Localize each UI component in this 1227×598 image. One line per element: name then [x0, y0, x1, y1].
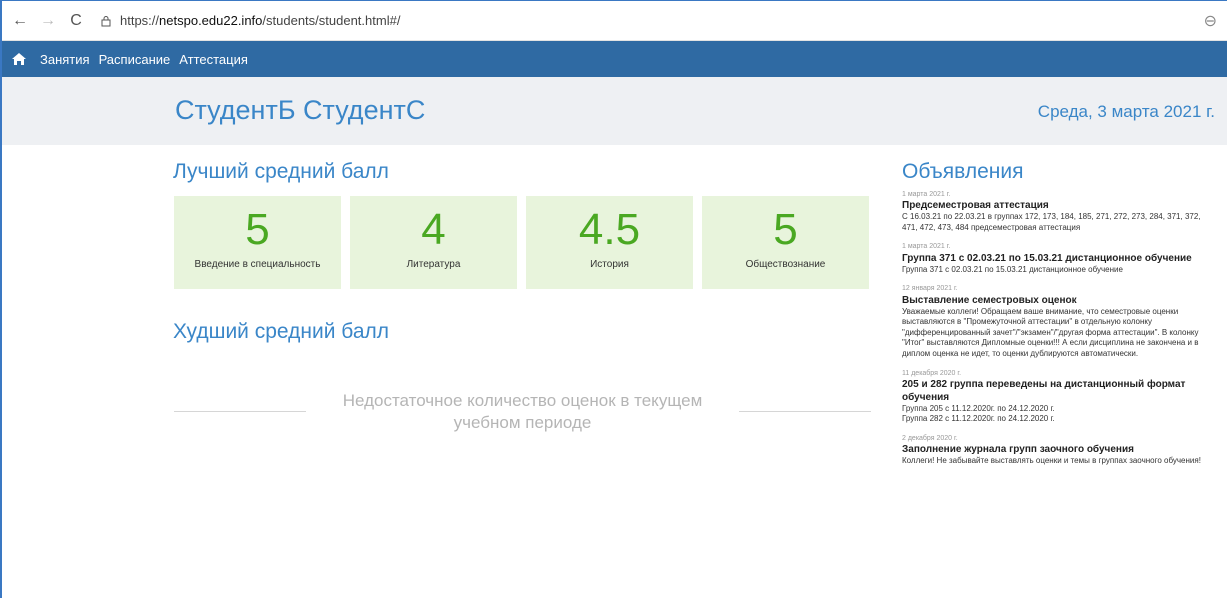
grade-value: 5: [245, 205, 270, 254]
current-date: Среда, 3 марта 2021 г.: [1037, 102, 1215, 121]
forward-button[interactable]: →: [34, 7, 62, 35]
subject-name: История: [590, 259, 629, 270]
announcement-date: 11 декабря 2020 г.: [902, 369, 962, 377]
lock-icon: [101, 15, 111, 26]
insufficient-grades-message: Недостаточное количество оценок в текуще…: [342, 391, 703, 433]
worst-average-title: Худший средний балл: [173, 320, 390, 343]
browser-toolbar: ← → C https://netspo.edu22.info/students…: [2, 1, 1227, 41]
announcement-body: Группа 371 с 02.03.21 по 15.03.21 дистан…: [902, 264, 1123, 274]
student-name: СтудентБ СтудентС: [175, 95, 426, 125]
url-domain: netspo.edu22.info: [159, 13, 263, 28]
url-path: /students/student.html#/: [262, 13, 401, 28]
announcement-date: 12 января 2021 г.: [902, 285, 958, 293]
zoom-icon[interactable]: ⊖: [1204, 11, 1217, 31]
divider-left: [174, 411, 306, 412]
nav-schedule[interactable]: Расписание: [99, 52, 171, 67]
announcements-list: 1 марта 2021 г. Предсеместровая аттестац…: [902, 191, 1218, 477]
announcement-date: 1 марта 2021 г.: [902, 243, 951, 251]
announcement-item: 12 января 2021 г. Выставление семестровы…: [902, 285, 1218, 359]
grade-value: 4: [421, 205, 446, 254]
nav-lessons[interactable]: Занятия: [40, 52, 90, 67]
announcement-title: Заполнение журнала групп заочного обучен…: [902, 444, 1134, 456]
announcement-body: Группа 282 с 11.12.2020г. по 24.12.2020 …: [902, 414, 1055, 424]
announcement-body: Коллеги! Не забывайте выставлять оценки …: [902, 456, 1201, 466]
main-navbar: Занятия Расписание Аттестация: [2, 41, 1227, 77]
announcement-title: Группа 371 с 02.03.21 по 15.03.21 дистан…: [902, 252, 1192, 264]
grade-card[interactable]: 5 Обществознание: [702, 196, 869, 289]
grade-value: 5: [773, 205, 798, 254]
announcement-title: Предсеместровая аттестация: [902, 200, 1049, 212]
announcement-body: Уважаемые коллеги! Обращаем ваше внимани…: [902, 306, 1199, 358]
back-button[interactable]: ←: [6, 7, 34, 35]
announcement-item: 11 декабря 2020 г. 205 и 282 группа пере…: [902, 370, 1218, 425]
announcement-title: Выставление семестровых оценок: [902, 294, 1077, 306]
announcement-item: 1 марта 2021 г. Предсеместровая аттестац…: [902, 191, 1218, 233]
subject-name: Введение в специальность: [194, 259, 321, 270]
best-average-title: Лучший средний балл: [173, 160, 389, 183]
announcement-item: 2 декабря 2020 г. Заполнение журнала гру…: [902, 435, 1218, 467]
divider-right: [739, 411, 871, 412]
home-icon[interactable]: [2, 41, 36, 77]
announcement-body: Группа 205 с 11.12.2020г. по 24.12.2020 …: [902, 403, 1055, 413]
announcement-title: 205 и 282 группа переведены на дистанцио…: [902, 378, 1186, 403]
announcement-date: 1 марта 2021 г.: [902, 191, 951, 198]
subject-name: Литература: [406, 259, 461, 270]
reload-button[interactable]: C: [62, 7, 90, 35]
announcement-item: 1 марта 2021 г. Группа 371 с 02.03.21 по…: [902, 243, 1218, 275]
url-prefix: https://: [120, 13, 160, 28]
grade-value: 4.5: [578, 205, 641, 254]
nav-attestation[interactable]: Аттестация: [179, 52, 248, 67]
announcement-date: 2 декабря 2020 г.: [902, 435, 958, 443]
best-average-cards: 5 Введение в специальность 4 Литература …: [174, 196, 878, 289]
address-bar[interactable]: https://netspo.edu22.info/students/stude…: [100, 13, 400, 28]
grade-card[interactable]: 5 Введение в специальность: [174, 196, 341, 289]
announcement-body: С 16.03.21 по 22.03.21 в группах 172, 17…: [902, 212, 1201, 232]
grade-card[interactable]: 4 Литература: [350, 196, 517, 289]
grade-card[interactable]: 4.5 История: [526, 196, 693, 289]
page-header: СтудентБ СтудентС Среда, 3 марта 2021 г.: [2, 77, 1227, 145]
announcements-title: Объявления: [902, 160, 1024, 183]
subject-name: Обществознание: [745, 259, 826, 270]
